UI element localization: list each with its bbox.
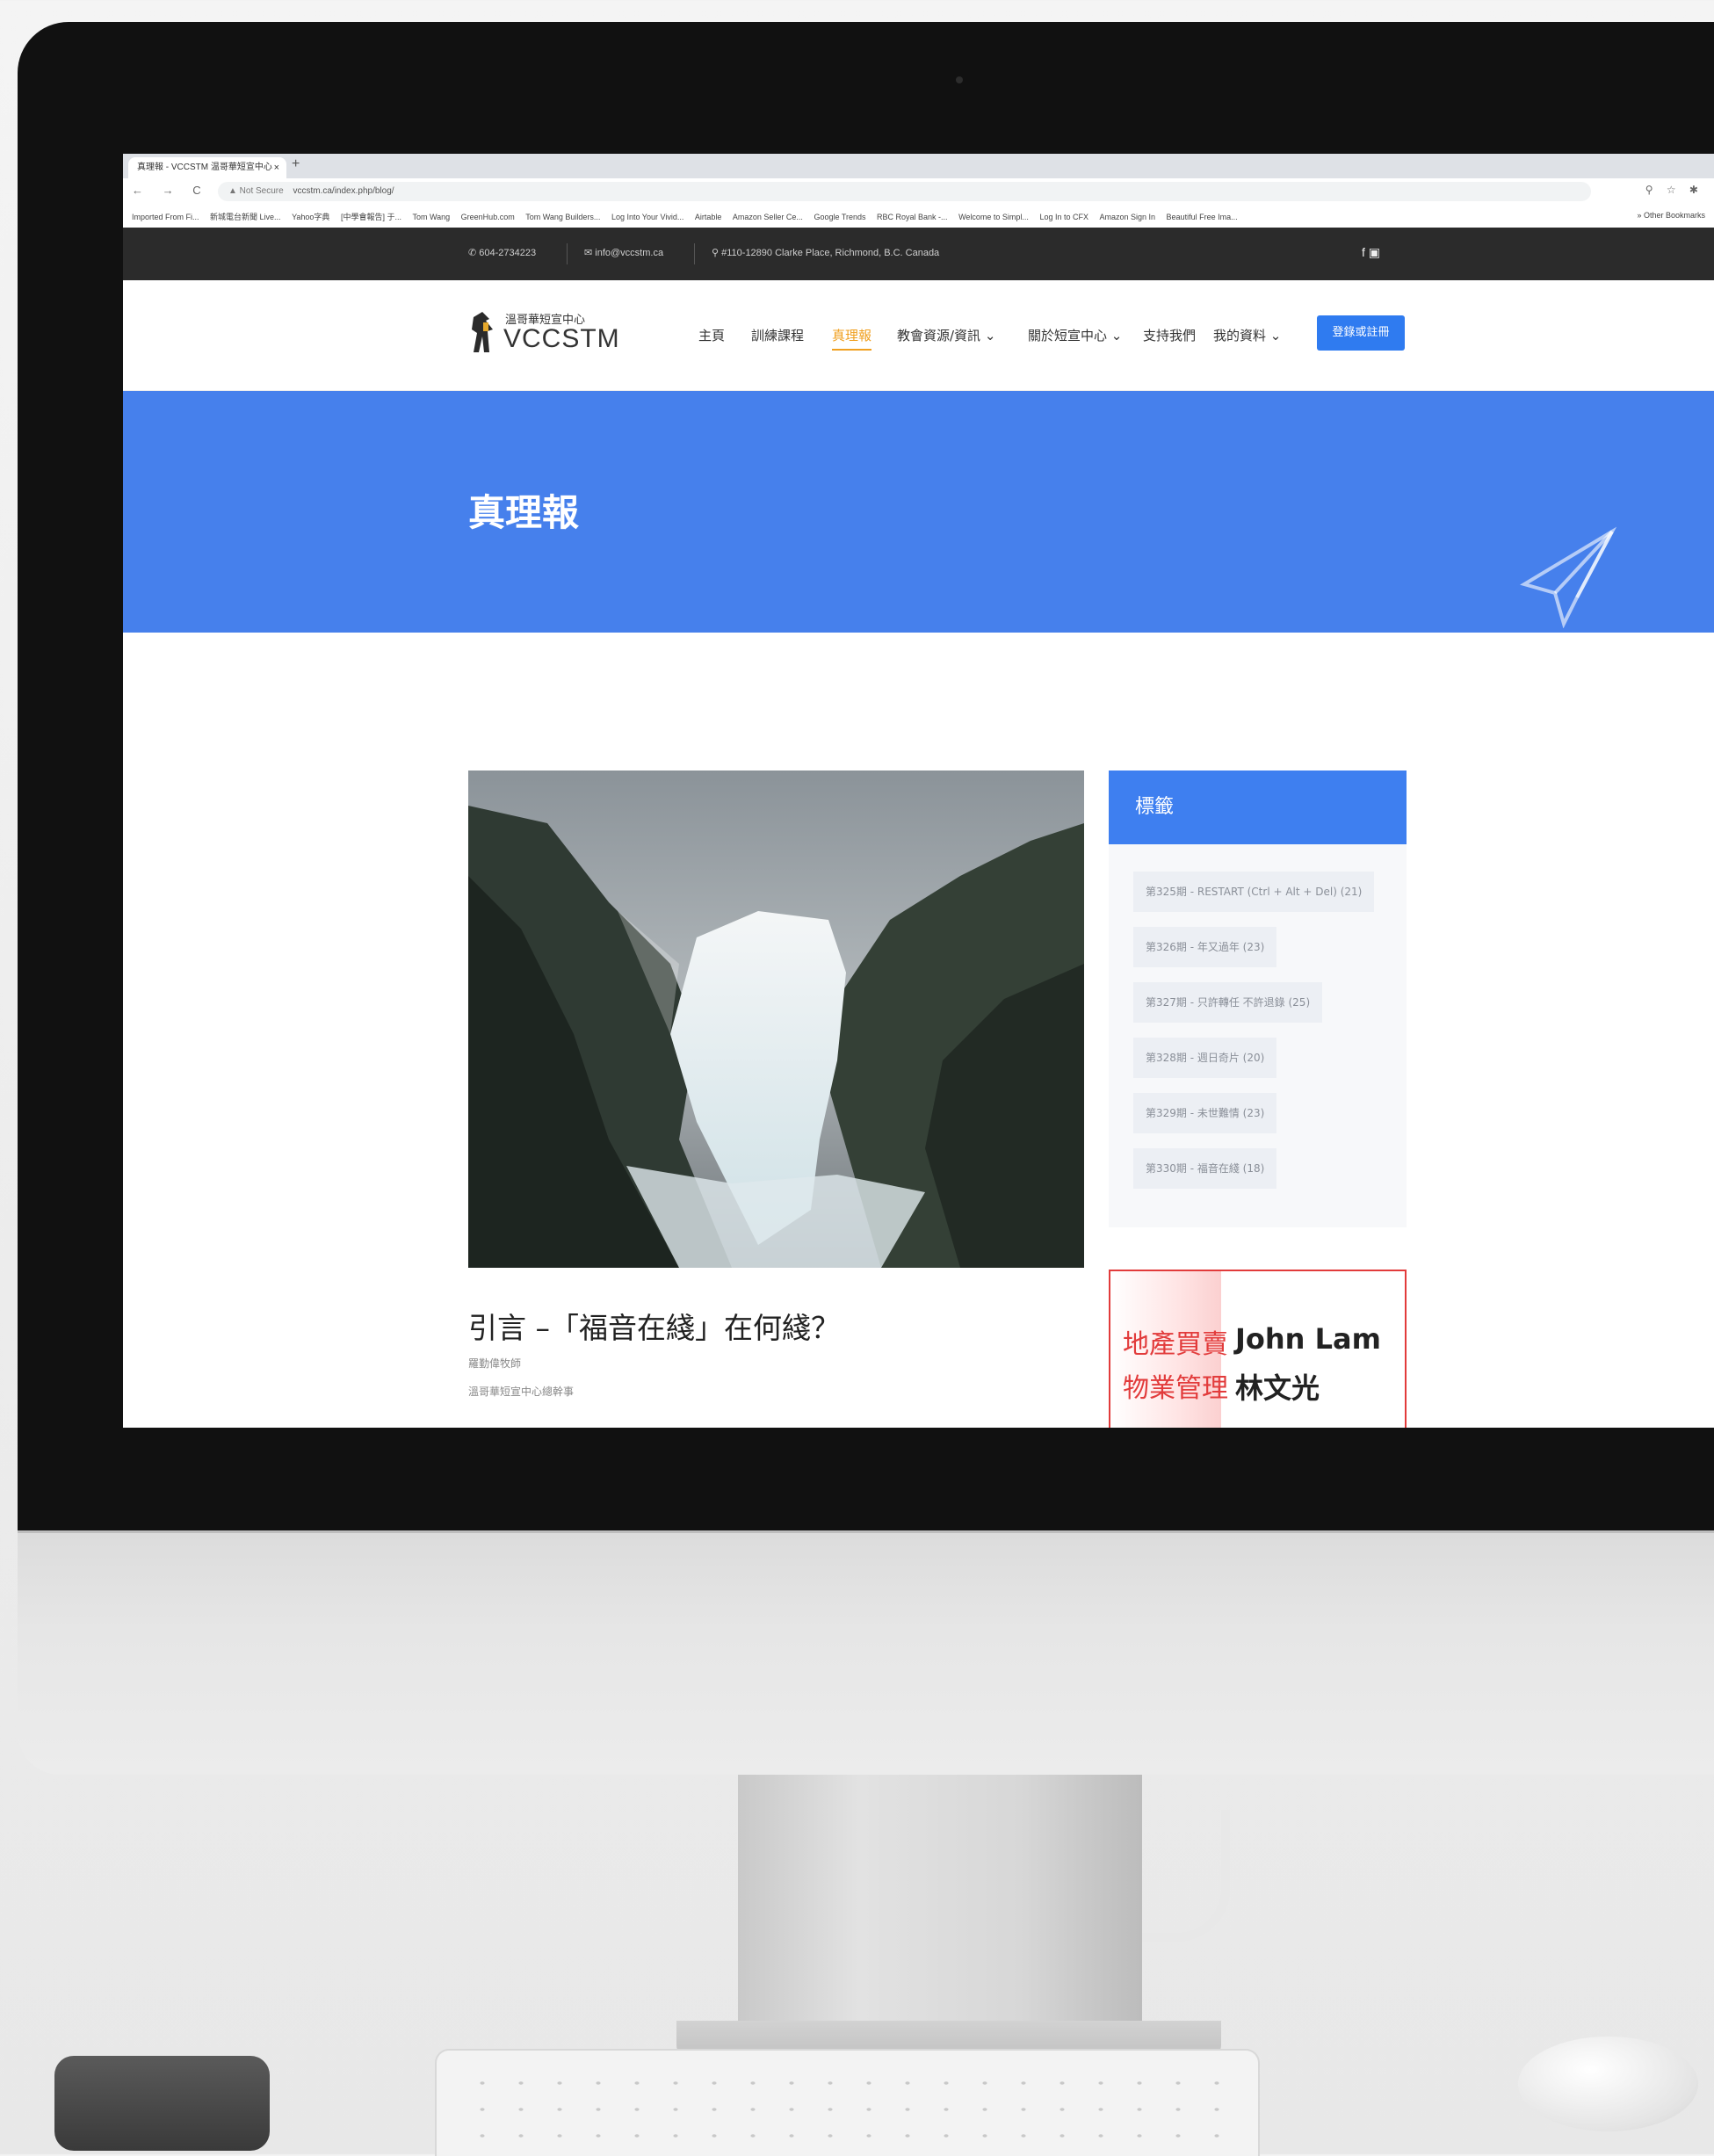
site-header: 溫哥華短宣中心 VCCSTM 主頁 訓練課程 真理報 教會資源/資訊 ⌄ 關於短… — [123, 280, 1714, 391]
bookmark[interactable]: Airtable — [695, 213, 722, 221]
menu-item-my-account[interactable]: 我的資料 ⌄ — [1213, 326, 1281, 344]
menu-item-about[interactable]: 關於短宣中心 ⌄ — [1028, 326, 1122, 344]
logo-english-text: VCCSTM — [503, 324, 620, 353]
power-cable — [1142, 1810, 1230, 1942]
tag-item[interactable]: 第329期 - 未世難情 (23) — [1133, 1093, 1277, 1133]
bookmark[interactable]: Welcome to Simpl... — [958, 213, 1029, 221]
url-text: vccstm.ca/index.php/blog/ — [293, 186, 394, 196]
phone-number[interactable]: ✆ 604-2734223 — [468, 247, 536, 258]
bookmark[interactable]: Tom Wang — [412, 213, 450, 221]
article-title[interactable]: 引言 –「福音在綫」在何綫？ — [468, 1305, 840, 1347]
paper-plane-icon — [1520, 526, 1617, 628]
url-field[interactable]: ▲ Not Secure vccstm.ca/index.php/blog/ — [218, 182, 1591, 201]
menu-item-church-resources[interactable]: 教會資源/資訊 ⌄ — [897, 326, 995, 344]
monitor-stand — [738, 1775, 1142, 2038]
browser-tab[interactable]: 真理報 - VCCSTM 温哥華短宣中心 × — [128, 157, 286, 178]
other-bookmarks[interactable]: » Other Bookmarks — [1637, 211, 1705, 220]
ad-name-english: John Lam — [1235, 1322, 1381, 1356]
tags-heading: 標籤 — [1109, 771, 1407, 844]
bookmark[interactable]: Imported From Fi... — [132, 213, 199, 221]
waterfall-image — [468, 771, 1084, 1268]
ad-name-chinese: 林文光 — [1235, 1371, 1320, 1405]
menu-item-support[interactable]: 支持我們 — [1143, 326, 1196, 344]
bookmark[interactable]: Beautiful Free Ima... — [1167, 213, 1238, 221]
social-icons[interactable]: f ▣ — [1362, 245, 1380, 260]
close-icon[interactable]: × — [274, 157, 279, 178]
article-image[interactable] — [468, 771, 1084, 1268]
tag-item[interactable]: 第327期 - 只許轉任 不許退錄 (25) — [1133, 982, 1323, 1023]
bookmark[interactable]: GreenHub.com — [461, 213, 515, 221]
logo-figure-icon — [472, 312, 493, 352]
article-author: 羅勤偉牧師 — [468, 1357, 522, 1370]
keyboard — [435, 2049, 1260, 2156]
login-register-button[interactable]: 登錄或註冊 — [1317, 315, 1405, 351]
screen: 真理報 - VCCSTM 温哥華短宣中心 × + ← → C ⌂ ▲ Not S… — [123, 154, 1714, 1428]
email-link[interactable]: ✉ info@vccstm.ca — [584, 247, 663, 258]
phone — [54, 2056, 270, 2151]
address-bar: ← → C ⌂ ▲ Not Secure vccstm.ca/index.php… — [123, 178, 1714, 206]
mouse — [1518, 2037, 1698, 2131]
tag-item[interactable]: 第325期 - RESTART (Ctrl + Alt + Del) (21) — [1133, 872, 1375, 912]
bookmark[interactable]: RBC Royal Bank -... — [877, 213, 948, 221]
ad-service-1: 地產買賣 — [1123, 1329, 1228, 1360]
bookmarks-bar: Imported From Fi... 新城電台新聞 Live... Yahoo… — [123, 205, 1714, 228]
menu-item-courses[interactable]: 訓練課程 — [751, 326, 804, 344]
bookmark[interactable]: Google Trends — [814, 213, 865, 221]
page-hero-banner: 真理報 — [123, 391, 1714, 633]
address-bar-actions[interactable]: ⚲ ☆ ✱ — [1645, 184, 1703, 196]
browser-tab-bar: 真理報 - VCCSTM 温哥華短宣中心 × + — [123, 154, 1714, 178]
ad-service-2: 物業管理 — [1123, 1373, 1228, 1404]
monitor-chin — [18, 1533, 1714, 1775]
menu-item-home[interactable]: 主頁 — [698, 326, 725, 344]
bookmark[interactable]: Log In to CFX — [1039, 213, 1088, 221]
address-text: ⚲ #110-12890 Clarke Place, Richmond, B.C… — [712, 248, 940, 258]
security-indicator[interactable]: ▲ Not Secure — [228, 186, 284, 196]
bookmark[interactable]: Log Into Your Vivid... — [611, 213, 683, 221]
tags-widget: 標籤 第325期 - RESTART (Ctrl + Alt + Del) (2… — [1109, 771, 1407, 1227]
bookmark[interactable]: 新城電台新聞 Live... — [210, 211, 281, 222]
bookmark[interactable]: [中學會報告] 于... — [341, 211, 401, 222]
menu-item-blog[interactable]: 真理報 — [832, 326, 872, 351]
tab-title: 真理報 - VCCSTM 温哥華短宣中心 — [137, 163, 272, 172]
tag-item[interactable]: 第326期 - 年又過年 (23) — [1133, 927, 1277, 967]
camera-icon — [956, 76, 963, 83]
article-author-role: 溫哥華短宣中心總幹事 — [468, 1385, 575, 1398]
bookmark[interactable]: Amazon Seller Ce... — [733, 213, 803, 221]
page-title: 真理報 — [468, 491, 580, 534]
contact-info-bar: ✆ 604-2734223 ✉ info@vccstm.ca ⚲ #110-12… — [123, 228, 1714, 280]
new-tab-button[interactable]: + — [292, 156, 300, 172]
tag-item[interactable]: 第328期 - 週日奇片 (20) — [1133, 1038, 1277, 1078]
realtor-ad-banner[interactable]: 地產買賣 物業管理 John Lam 林文光 — [1109, 1270, 1407, 1428]
tag-item[interactable]: 第330期 - 福音在綫 (18) — [1133, 1148, 1277, 1189]
bookmark[interactable]: Tom Wang Builders... — [525, 213, 600, 221]
bookmark[interactable]: Amazon Sign In — [1099, 213, 1155, 221]
bookmark[interactable]: Yahoo字典 — [292, 211, 329, 222]
site-logo[interactable]: 溫哥華短宣中心 VCCSTM — [468, 305, 619, 358]
